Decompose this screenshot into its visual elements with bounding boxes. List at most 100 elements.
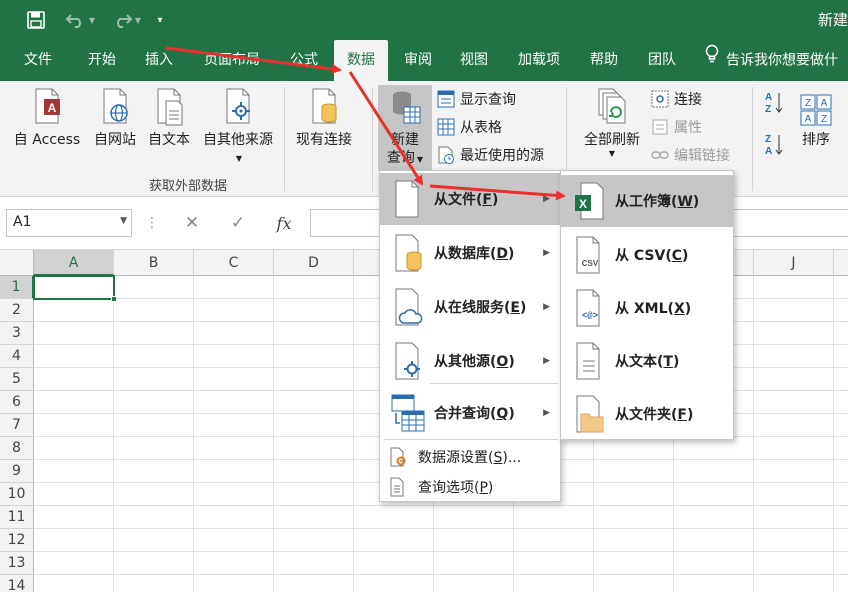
menu-item-query-options[interactable]: 查询选项(P) [380,472,560,502]
column-header[interactable]: A [34,250,114,276]
recent-sources-button[interactable]: 最近使用的源 [436,143,544,167]
select-all-corner[interactable] [0,250,34,276]
tab-insert[interactable]: 插入 [131,40,187,81]
menu-item-datasource-settings[interactable]: 数据源设置(S)... [380,442,560,472]
tab-data[interactable]: 数据 [334,40,388,81]
tell-me-box[interactable]: 告诉我你想要做什 [704,40,838,81]
tab-help[interactable]: 帮助 [578,40,630,81]
column-header[interactable]: B [114,250,194,276]
menu-separator [430,383,558,384]
row-header[interactable]: 6 [0,391,34,414]
from-text-button[interactable]: 自文本 [144,85,194,171]
from-web-button[interactable]: 自网站 [90,85,140,171]
save-icon[interactable] [24,8,48,32]
row-header[interactable]: 3 [0,322,34,345]
sort-ascending-icon[interactable]: AZ [762,89,786,117]
row-header[interactable]: 9 [0,460,34,483]
datasource-settings-suffix: ... [507,450,522,466]
from-text-submenu-key: T [663,354,673,370]
existing-connections-icon [312,88,337,124]
submenu-item-from-text[interactable]: 从文本(T) [561,335,733,387]
row-header[interactable]: 5 [0,368,34,391]
tab-home[interactable]: 开始 [74,40,130,81]
row-header[interactable]: 14 [0,575,34,592]
properties-button[interactable]: 属性 [650,115,702,139]
menu-item-from-file[interactable]: 从文件(F) ▶ [380,173,560,225]
undo-icon[interactable]: ▼ [60,8,100,32]
tab-view[interactable]: 视图 [448,40,500,81]
column-header[interactable]: C [194,250,274,276]
tab-page-layout[interactable]: 页面布局 [192,40,272,81]
datasource-settings-icon [390,447,406,467]
existing-connections-label: 现有连接 [296,132,352,148]
menu-item-from-database[interactable]: 从数据库(D) ▶ [380,227,560,279]
tell-me-text: 告诉我你想要做什 [726,52,838,69]
from-file-submenu: X 从工作簿(W) CSV 从 CSV(C) <@> 从 XML(X) 从文本(… [560,170,734,440]
gridline [34,528,848,529]
gridline [753,276,754,592]
show-queries-button[interactable]: 显示查询 [436,87,516,111]
row-header[interactable]: 4 [0,345,34,368]
cancel-icon[interactable]: ✕ [172,209,212,237]
from-folder-key: F [677,407,687,423]
name-box-value: A1 [13,214,32,230]
column-header[interactable]: J [754,250,834,276]
menu-item-combine-queries[interactable]: 合并查询(Q) ▶ [380,387,560,439]
name-box[interactable]: A1 ▼ [6,209,132,237]
more-icon: ⋮ [145,215,159,231]
recent-sources-label: 最近使用的源 [460,148,544,164]
row-header[interactable]: 1 [0,276,34,299]
gridline [34,574,848,575]
submenu-item-from-workbook[interactable]: X 从工作簿(W) [561,175,733,227]
submenu-item-from-csv[interactable]: CSV 从 CSV(C) [561,229,733,281]
column-header[interactable]: K [834,250,848,276]
row-header[interactable]: 10 [0,483,34,506]
column-header[interactable]: D [274,250,354,276]
text-file-icon [157,88,183,126]
other-sources-icon [226,88,250,124]
show-queries-label: 显示查询 [460,92,516,108]
combine-queries-label: 合并查询 [434,406,490,422]
row-header[interactable]: 12 [0,529,34,552]
row-header[interactable]: 11 [0,506,34,529]
existing-connections-button[interactable]: 现有连接 [290,85,358,171]
other-sources-icon [395,342,420,380]
row-header[interactable]: 8 [0,437,34,460]
from-other-sources-button[interactable]: 自其他来源 ▼ [198,85,278,171]
fill-handle[interactable] [111,296,117,302]
customize-qat-icon[interactable]: ▾ [152,8,168,32]
refresh-all-button[interactable]: 全部刷新 ▼ [576,85,648,171]
menu-item-from-other-sources[interactable]: 从其他源(O) ▶ [380,335,560,387]
new-query-label-2: 查询 [386,150,415,166]
enter-icon[interactable]: ✓ [218,209,258,237]
connections-button[interactable]: 连接 [650,87,702,111]
from-folder-label: 从文件夹 [615,407,671,423]
row-header[interactable]: 2 [0,299,34,322]
tab-team[interactable]: 团队 [636,40,688,81]
tab-formulas[interactable]: 公式 [279,40,329,81]
chevron-down-icon: ▼ [120,216,127,226]
row-header[interactable]: 13 [0,552,34,575]
gridline [34,551,848,552]
tab-file[interactable]: 文件 [10,40,66,81]
tab-review[interactable]: 审阅 [392,40,444,81]
combine-queries-key: Q [496,406,509,422]
submenu-item-from-xml[interactable]: <@> 从 XML(X) [561,282,733,334]
insert-function-button[interactable]: fx [264,209,304,237]
tab-addins[interactable]: 加载项 [508,40,570,81]
active-cell[interactable] [33,275,117,302]
svg-text:<@>: <@> [582,311,598,321]
from-table-button[interactable]: 从表格 [436,115,502,139]
properties-label: 属性 [674,120,702,136]
submenu-item-from-folder[interactable]: 从文件夹(F) [561,388,733,440]
text-file-icon [576,342,600,380]
edit-links-button[interactable]: 编辑链接 [650,143,730,167]
from-access-button[interactable]: A 自 Access [8,85,86,171]
sort-descending-icon[interactable]: ZA [762,131,786,159]
new-query-button[interactable]: 新建 查询 ▼ [378,85,432,171]
ribbon-tabs: 文件 开始 插入 页面布局 公式 数据 审阅 视图 加载项 帮助 团队 告诉我你… [0,40,848,81]
row-header[interactable]: 7 [0,414,34,437]
sort-button[interactable]: ZAAZ 排序 [794,85,838,171]
redo-icon[interactable]: ▼ [106,8,146,32]
menu-item-from-online-services[interactable]: 从在线服务(E) ▶ [380,281,560,333]
